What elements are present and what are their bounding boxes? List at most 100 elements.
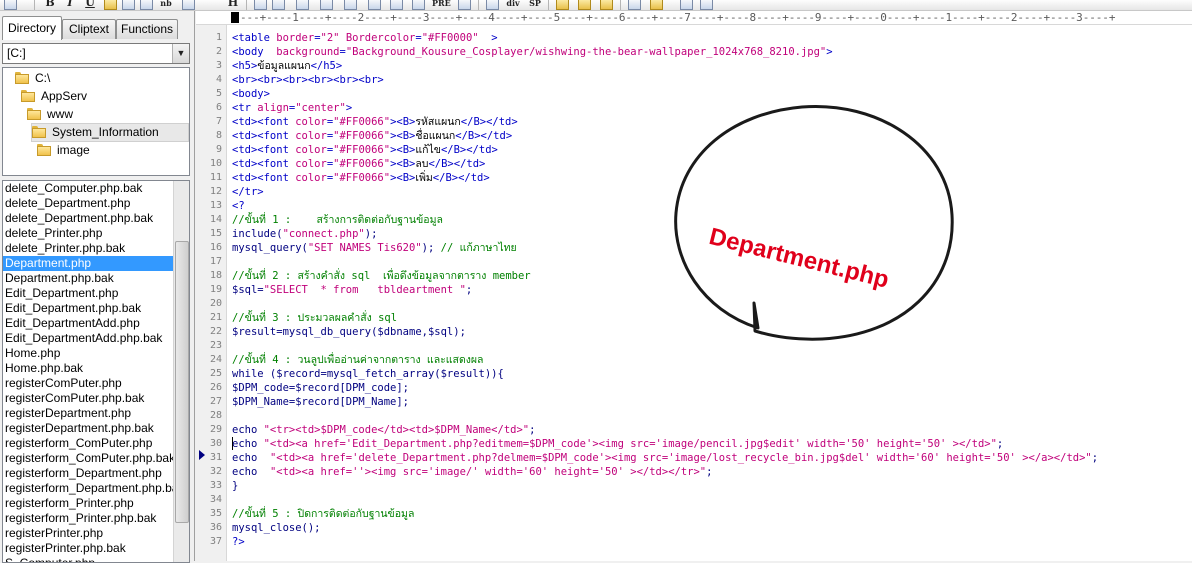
file-item[interactable]: registerComPuter.php	[3, 376, 173, 391]
code-token: <body	[232, 46, 277, 58]
line-number: 35	[209, 508, 222, 519]
speech-bubble-outline	[674, 104, 954, 341]
tree-node-image[interactable]: image	[37, 142, 90, 159]
folder-tree: C:\ AppServ www System_Information image	[2, 67, 190, 176]
line-number: 11	[209, 172, 222, 183]
preview-icon[interactable]	[628, 0, 641, 10]
code-token: background	[276, 46, 340, 58]
file-item[interactable]: registerPrinter.php.bak	[3, 541, 173, 556]
copyright-icon[interactable]	[320, 0, 333, 10]
file-item[interactable]: registerform_Department.php	[3, 466, 173, 481]
window-icon[interactable]	[680, 0, 693, 10]
code-line: echo "<tr><td>$DPM_code</td><td>$DPM_Nam…	[232, 423, 1098, 437]
line-number: 19	[209, 284, 222, 295]
line-number: 27	[209, 396, 222, 407]
file-item[interactable]: S_Computer.php	[3, 556, 173, 562]
link-icon[interactable]	[272, 0, 285, 10]
span-button[interactable]: SP	[528, 0, 542, 9]
edit-icon[interactable]	[578, 0, 591, 10]
file-item[interactable]: Edit_Department.php.bak	[3, 301, 173, 316]
table-icon[interactable]	[140, 0, 153, 10]
tab-directory[interactable]: Directory	[2, 16, 62, 40]
code-line: <body background="Background_Kousure_Cos…	[232, 45, 1098, 59]
list-icon[interactable]	[296, 0, 309, 10]
font-color-icon[interactable]	[122, 0, 135, 10]
file-item[interactable]: registerDepartment.php.bak	[3, 421, 173, 436]
anchor-icon[interactable]	[104, 0, 117, 10]
pre-button[interactable]: PRE	[432, 0, 451, 9]
div-button[interactable]: div	[506, 0, 520, 9]
line-number: 10	[209, 158, 222, 169]
italic-button[interactable]: I	[64, 0, 76, 9]
code-token: //ขั้นที่ 4 : วนลูปเพื่ออ่านค่าจากตาราง …	[232, 354, 484, 366]
line-number: 4	[215, 74, 222, 85]
code-token: >	[826, 46, 833, 58]
tab-cliptext[interactable]: Cliptext	[62, 19, 116, 39]
tree-node-appserv[interactable]: AppServ	[21, 88, 87, 105]
tab-functions[interactable]: Functions	[116, 19, 178, 39]
file-item[interactable]: Edit_DepartmentAdd.php.bak	[3, 331, 173, 346]
color-picker-icon[interactable]	[600, 0, 613, 10]
code-token: ;	[465, 284, 473, 296]
tree-node-system-information[interactable]: System_Information	[31, 123, 189, 142]
file-item[interactable]: delete_Department.php.bak	[3, 211, 173, 226]
file-item[interactable]: delete_Printer.php.bak	[3, 241, 173, 256]
code-token: ;	[529, 424, 536, 436]
file-item[interactable]: registerDepartment.php	[3, 406, 173, 421]
file-item[interactable]: Edit_DepartmentAdd.php	[3, 316, 173, 331]
bold-button[interactable]: B	[44, 0, 56, 9]
paragraph-icon[interactable]	[182, 0, 195, 10]
code-token: </B></td>	[460, 116, 518, 128]
code-token: ;	[1091, 452, 1099, 464]
center-icon[interactable]	[458, 0, 471, 10]
file-item[interactable]: registerform_Printer.php.bak	[3, 511, 173, 526]
font-icon[interactable]	[486, 0, 499, 10]
frame-icon[interactable]	[390, 0, 403, 10]
code-token: Bordercolor	[345, 32, 416, 44]
file-item[interactable]: Home.php	[3, 346, 173, 361]
file-item[interactable]: delete_Printer.php	[3, 226, 173, 241]
file-item[interactable]: registerform_Printer.php	[3, 496, 173, 511]
image-icon[interactable]	[254, 0, 267, 10]
heading-button[interactable]: H	[226, 0, 240, 9]
file-item[interactable]: delete_Computer.php.bak	[3, 181, 173, 196]
chevron-down-icon[interactable]: ▼	[172, 44, 189, 63]
code-token: <tr	[232, 102, 258, 114]
nbsp-button[interactable]: nb	[158, 0, 174, 9]
line-number: 37	[209, 536, 222, 547]
browser-icon[interactable]	[650, 0, 663, 10]
code-token: "SET NAMES Tis620"	[307, 242, 422, 254]
code-line: echo "<td><a href=''><img src='image/' w…	[232, 465, 1098, 479]
frames-icon[interactable]	[700, 0, 713, 10]
file-item[interactable]: delete_Department.php	[3, 196, 173, 211]
drive-select[interactable]: [C:] ▼	[2, 43, 190, 64]
toolbar-separator	[246, 0, 247, 10]
code-token: "#FF0066"	[333, 172, 391, 184]
tree-node-label: System_Information	[52, 125, 159, 139]
file-item[interactable]: Home.php.bak	[3, 361, 173, 376]
tree-node-c-drive[interactable]: C:\	[15, 70, 50, 87]
tree-node-www[interactable]: www	[27, 106, 73, 123]
file-item[interactable]: registerComPuter.php.bak	[3, 391, 173, 406]
file-item[interactable]: registerform_ComPuter.php	[3, 436, 173, 451]
code-token: <td><font	[232, 130, 296, 142]
file-item[interactable]: registerPrinter.php	[3, 526, 173, 541]
comment-icon[interactable]	[412, 0, 425, 10]
table-insert-icon[interactable]	[368, 0, 381, 10]
code-token: "#FF0066"	[333, 158, 391, 170]
toolbar-separator	[478, 0, 479, 10]
file-item[interactable]: registerform_ComPuter.php.bak	[3, 451, 173, 466]
underline-button[interactable]: U	[84, 0, 96, 9]
file-list-scrollbar[interactable]	[173, 181, 189, 562]
form-icon[interactable]	[344, 0, 357, 10]
file-item[interactable]: Department.php	[3, 256, 173, 271]
line-number: 13	[209, 200, 222, 211]
scrollbar-thumb[interactable]	[175, 241, 189, 523]
pencil-icon[interactable]	[556, 0, 569, 10]
line-number: 6	[215, 102, 222, 113]
file-item[interactable]: registerform_Department.php.bak	[3, 481, 173, 496]
globe-icon[interactable]	[4, 0, 17, 10]
file-item[interactable]: Department.php.bak	[3, 271, 173, 286]
file-item[interactable]: Edit_Department.php	[3, 286, 173, 301]
